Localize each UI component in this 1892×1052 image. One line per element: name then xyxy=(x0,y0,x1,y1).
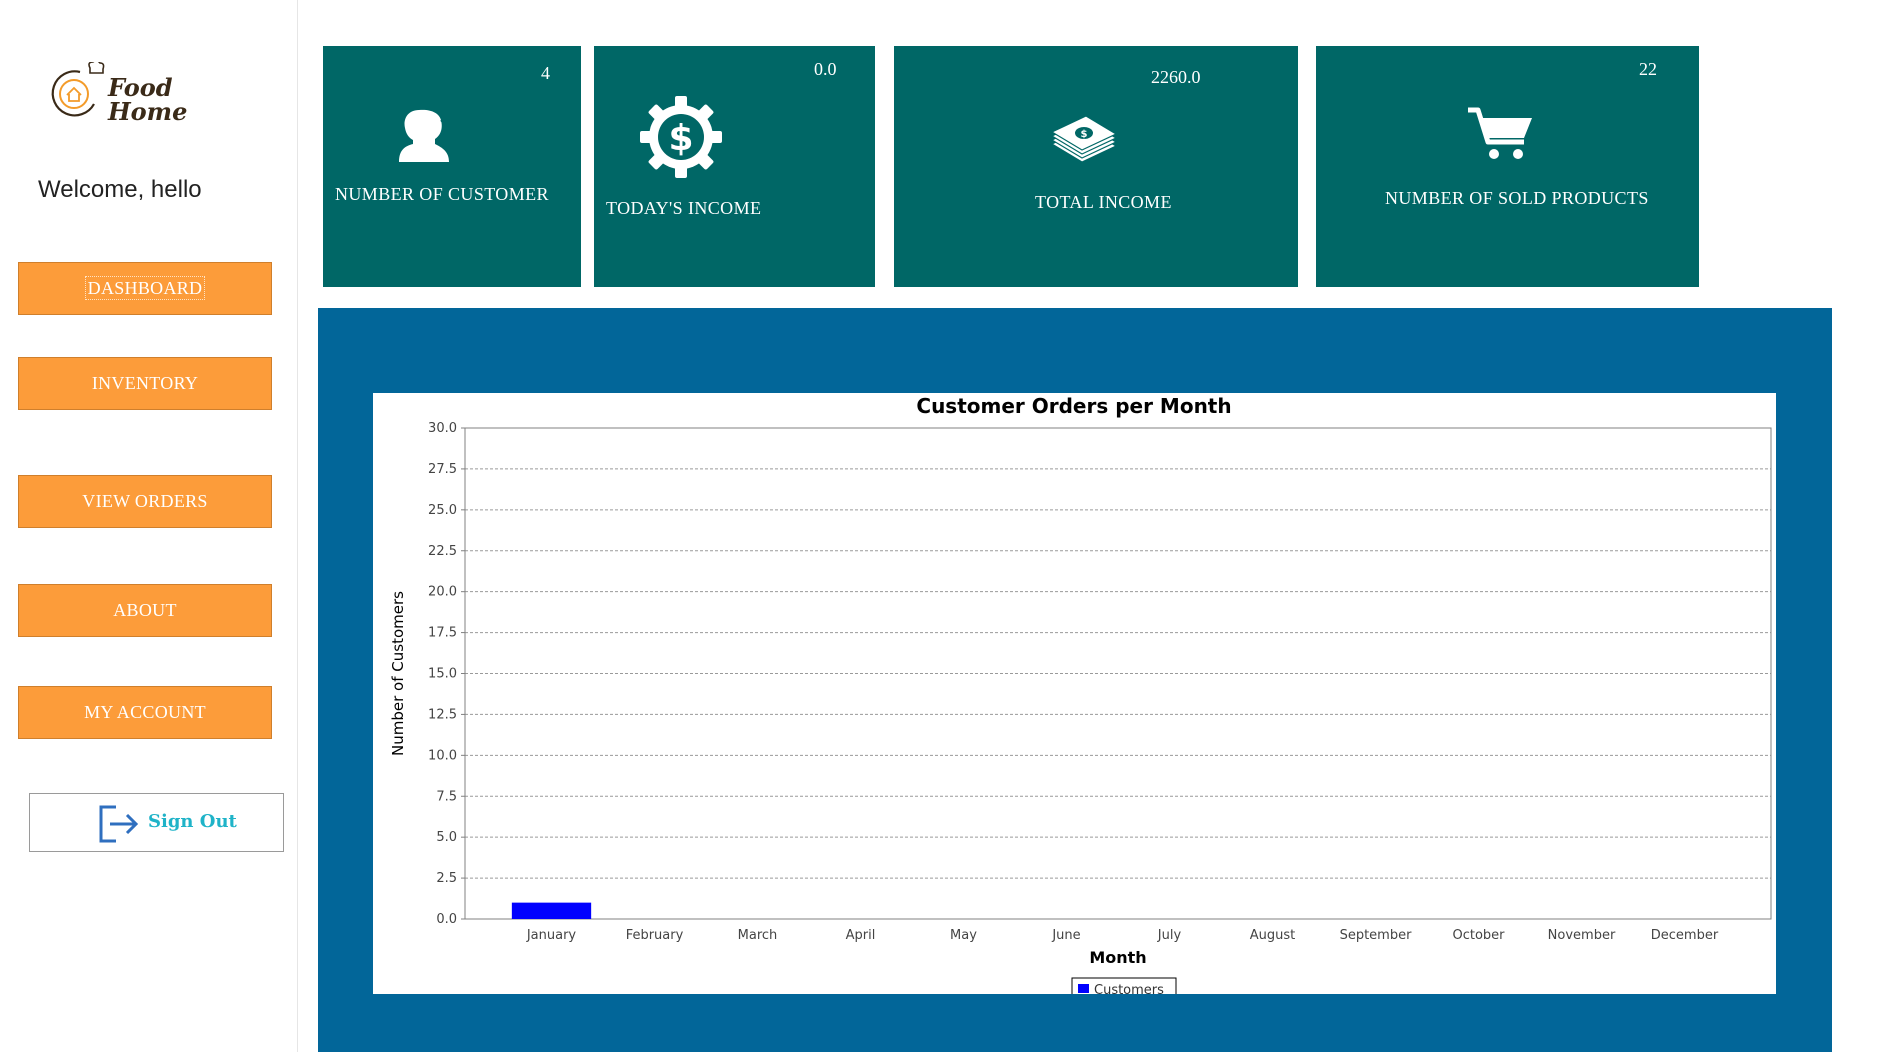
y-tick-label: 17.5 xyxy=(428,626,457,641)
x-tick-label: May xyxy=(950,928,977,943)
x-axis-label: Month xyxy=(1089,948,1146,967)
x-tick-label: April xyxy=(846,928,876,943)
y-tick-label: 0.0 xyxy=(436,912,457,927)
total-income-value: 2260.0 xyxy=(1151,67,1201,87)
bar-january xyxy=(511,902,592,919)
x-tick-label: August xyxy=(1250,928,1296,943)
logo-emblem-icon xyxy=(51,62,105,117)
logo-text: Food Home xyxy=(108,73,188,126)
chart-svg: Customer Orders per Month 0.0 2.5 5.0 7.5 10… xyxy=(389,394,1772,994)
y-tick-label: 12.5 xyxy=(428,707,457,722)
app-logo: Food Home xyxy=(46,56,187,136)
x-tick-label: July xyxy=(1157,928,1182,943)
sold-products-card: 22 NUMBER OF SOLD PRODUCTS xyxy=(1316,46,1699,287)
todays-income-card: 0.0 $ TODAY'S INCOME xyxy=(594,46,875,287)
customer-count-label: NUMBER OF CUSTOMER xyxy=(335,184,549,204)
total-income-label: TOTAL INCOME xyxy=(1035,192,1172,212)
welcome-text: Welcome, hello xyxy=(38,176,202,203)
inventory-button[interactable]: INVENTORY xyxy=(18,357,272,410)
my-account-button[interactable]: MY ACCOUNT xyxy=(18,686,272,739)
chart-grid xyxy=(465,468,1771,879)
y-tick-label: 20.0 xyxy=(428,585,457,600)
money-stack-icon: $ xyxy=(1050,115,1118,163)
total-income-card: 2260.0 $ TOTAL INCOME xyxy=(894,46,1298,287)
x-axis-ticks: January February March April May June July Augu… xyxy=(526,928,1719,943)
sign-out-button[interactable]: Sign Out xyxy=(29,793,284,852)
x-tick-label: December xyxy=(1651,928,1719,943)
x-tick-label: February xyxy=(626,928,684,943)
sign-out-icon xyxy=(99,805,139,843)
x-tick-label: January xyxy=(526,928,577,943)
customer-icon xyxy=(399,109,449,162)
y-tick-label: 27.5 xyxy=(428,462,457,477)
x-tick-label: October xyxy=(1452,928,1505,943)
customer-count-card: 4 NUMBER OF CUSTOMER xyxy=(323,46,581,287)
about-button[interactable]: ABOUT xyxy=(18,584,272,637)
y-axis-ticks: 0.0 2.5 5.0 7.5 10.0 12.5 15.0 17.5 20.0 22.5 25.0… xyxy=(428,421,465,927)
cart-icon xyxy=(1468,107,1532,159)
x-tick-label: June xyxy=(1051,928,1080,943)
sidebar: Food Home Welcome, hello DASHBOARD INVEN… xyxy=(0,0,298,1052)
customer-count-value: 4 xyxy=(541,63,550,83)
chart-panel: Customer Orders per Month 0.0 2.5 5.0 7.5 10… xyxy=(318,308,1832,1052)
svg-text:$: $ xyxy=(1081,129,1088,140)
todays-income-label: TODAY'S INCOME xyxy=(606,198,762,218)
x-tick-label: November xyxy=(1548,928,1616,943)
y-axis-label: Number of Customers xyxy=(389,591,407,756)
dashboard-button[interactable]: DASHBOARD xyxy=(18,262,272,315)
svg-text:$: $ xyxy=(668,118,693,159)
y-tick-label: 2.5 xyxy=(436,871,457,886)
y-tick-label: 15.0 xyxy=(428,667,457,682)
legend-label: Customers xyxy=(1094,983,1164,994)
y-tick-label: 22.5 xyxy=(428,544,457,559)
view-orders-button[interactable]: VIEW ORDERS xyxy=(18,475,272,528)
y-tick-label: 30.0 xyxy=(428,421,457,436)
y-tick-label: 5.0 xyxy=(436,830,457,845)
y-tick-label: 25.0 xyxy=(428,503,457,518)
y-tick-label: 10.0 xyxy=(428,748,457,763)
legend-swatch xyxy=(1078,984,1089,993)
chart-title: Customer Orders per Month xyxy=(916,394,1231,418)
x-tick-label: September xyxy=(1340,928,1413,943)
chart-bars xyxy=(511,902,592,919)
chart-legend: Customers xyxy=(1071,977,1177,994)
customer-orders-chart: Customer Orders per Month 0.0 2.5 5.0 7.5 10… xyxy=(373,393,1776,994)
todays-income-value: 0.0 xyxy=(814,59,837,79)
sign-out-label: Sign Out xyxy=(148,811,237,832)
y-tick-label: 7.5 xyxy=(436,789,457,804)
sold-products-value: 22 xyxy=(1639,59,1657,79)
x-tick-label: March xyxy=(738,928,778,943)
dollar-gear-icon: $ xyxy=(640,96,722,178)
sold-products-label: NUMBER OF SOLD PRODUCTS xyxy=(1385,188,1649,208)
